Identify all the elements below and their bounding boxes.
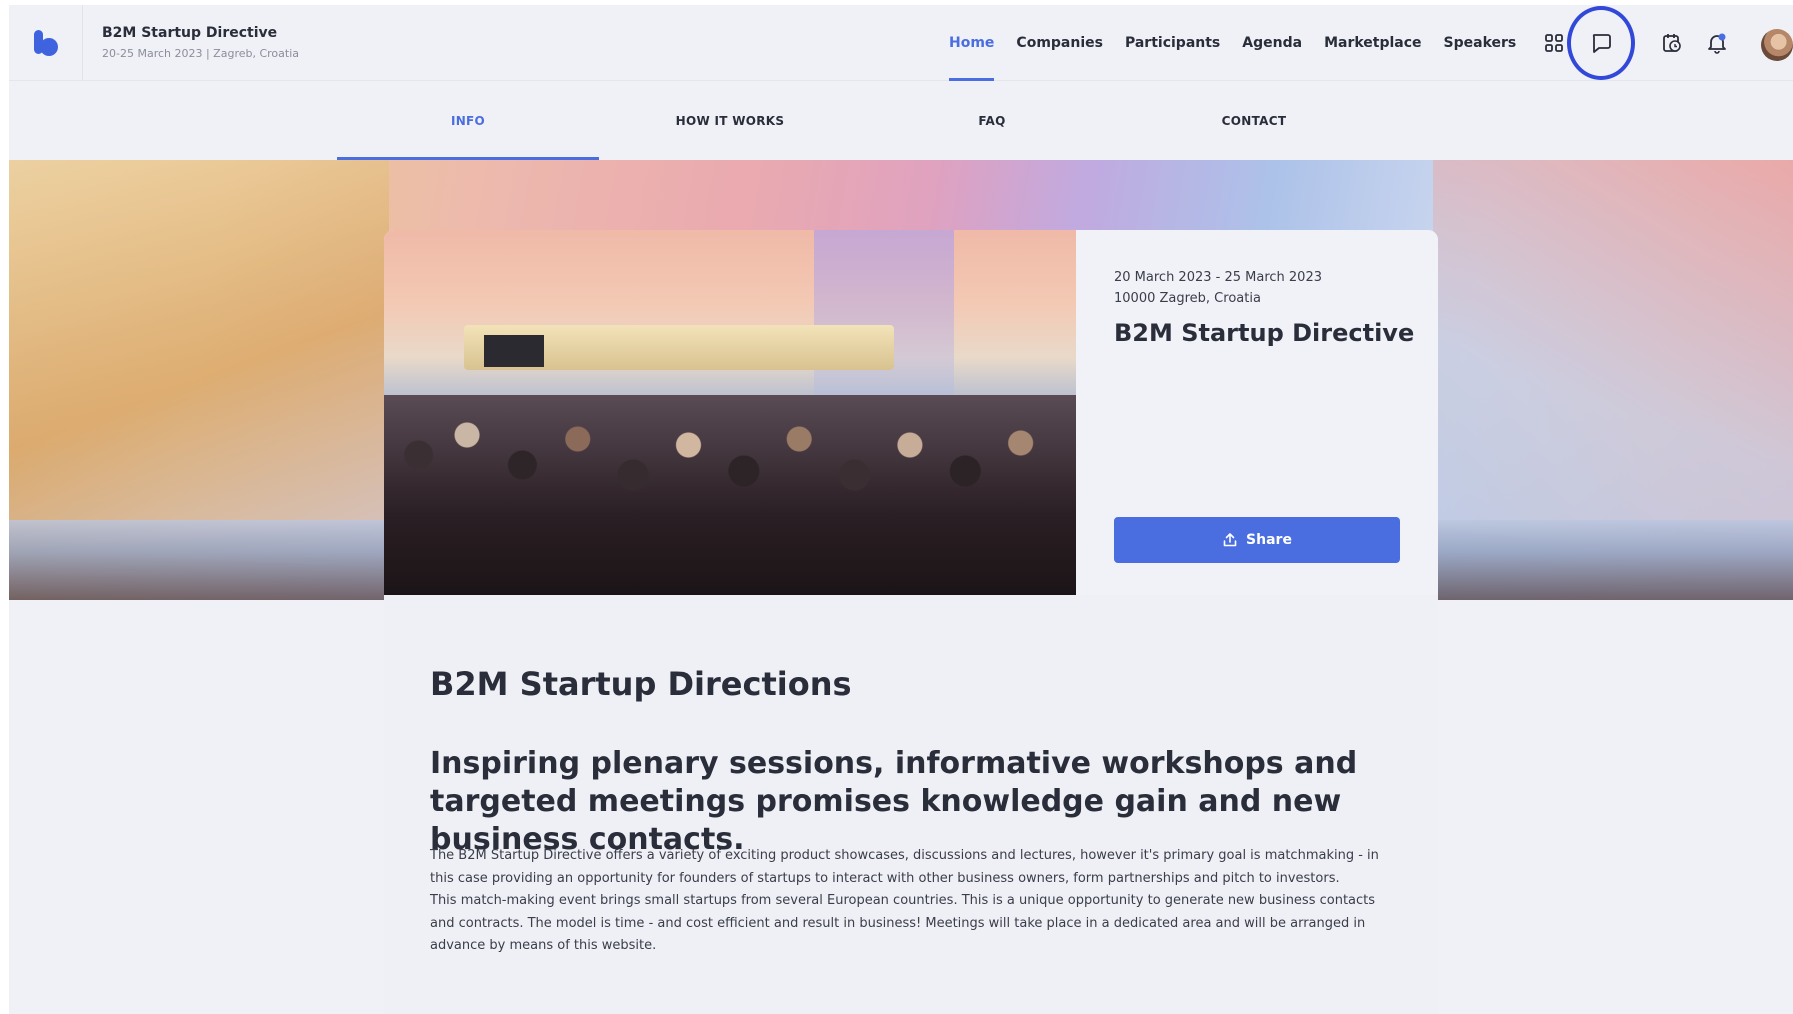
nav-participants[interactable]: Participants (1125, 5, 1220, 81)
apps-grid-button[interactable] (1538, 27, 1570, 59)
content-subheading: Inspiring plenary sessions, informative … (430, 746, 1358, 857)
share-button-label: Share (1246, 532, 1292, 548)
nav-agenda[interactable]: Agenda (1242, 5, 1302, 81)
nav-companies[interactable]: Companies (1016, 5, 1103, 81)
photo-audience (384, 395, 1076, 595)
notifications-button[interactable] (1701, 27, 1733, 59)
event-title: B2M Startup Directive (102, 25, 278, 41)
event-photo (384, 230, 1076, 595)
nav-home[interactable]: Home (949, 5, 995, 81)
app-window: B2M Startup Directive 20-25 March 2023 |… (9, 5, 1793, 1014)
main-nav: Home Companies Participants Agenda Marke… (949, 5, 1538, 81)
event-card: 20 March 2023 - 25 March 2023 10000 Zagr… (384, 230, 1438, 1014)
chat-highlight-ring (1567, 6, 1635, 80)
event-subtabs: INFO HOW IT WORKS FAQ CONTACT (9, 82, 1793, 160)
tab-how-it-works[interactable]: HOW IT WORKS (599, 82, 861, 160)
share-button[interactable]: Share (1114, 517, 1400, 563)
content-paragraph-2: This match-making event brings small sta… (430, 893, 1376, 953)
tab-faq[interactable]: FAQ (861, 82, 1123, 160)
content-heading: B2M Startup Directions (430, 665, 852, 703)
event-info-panel: 20 March 2023 - 25 March 2023 10000 Zagr… (1076, 230, 1438, 595)
logo[interactable] (9, 5, 83, 81)
apps-grid-icon (1545, 34, 1563, 52)
tab-info[interactable]: INFO (337, 82, 599, 160)
photo-stage-light (814, 230, 954, 410)
calendar-clock-icon (1663, 34, 1681, 52)
event-date-location: 20-25 March 2023 | Zagreb, Croatia (102, 47, 300, 60)
top-navigation-bar: B2M Startup Directive 20-25 March 2023 |… (9, 5, 1793, 81)
share-upload-icon (1223, 533, 1237, 547)
user-avatar[interactable] (1761, 29, 1793, 61)
event-card-title: B2M Startup Directive (1114, 319, 1415, 347)
content-paragraph-1: The B2M Startup Directive offers a varie… (430, 848, 1379, 886)
tab-contact[interactable]: CONTACT (1123, 82, 1385, 160)
event-dates: 20 March 2023 - 25 March 2023 (1114, 270, 1322, 285)
nav-speakers[interactable]: Speakers (1444, 5, 1517, 81)
photo-stage-screen (484, 335, 544, 367)
notification-bell-icon (1708, 33, 1726, 54)
calendar-button[interactable] (1656, 27, 1688, 59)
brand-logo-icon (33, 30, 58, 56)
nav-marketplace[interactable]: Marketplace (1324, 5, 1421, 81)
content-body: The B2M Startup Directive offers a varie… (430, 845, 1390, 958)
event-location: 10000 Zagreb, Croatia (1114, 291, 1261, 306)
